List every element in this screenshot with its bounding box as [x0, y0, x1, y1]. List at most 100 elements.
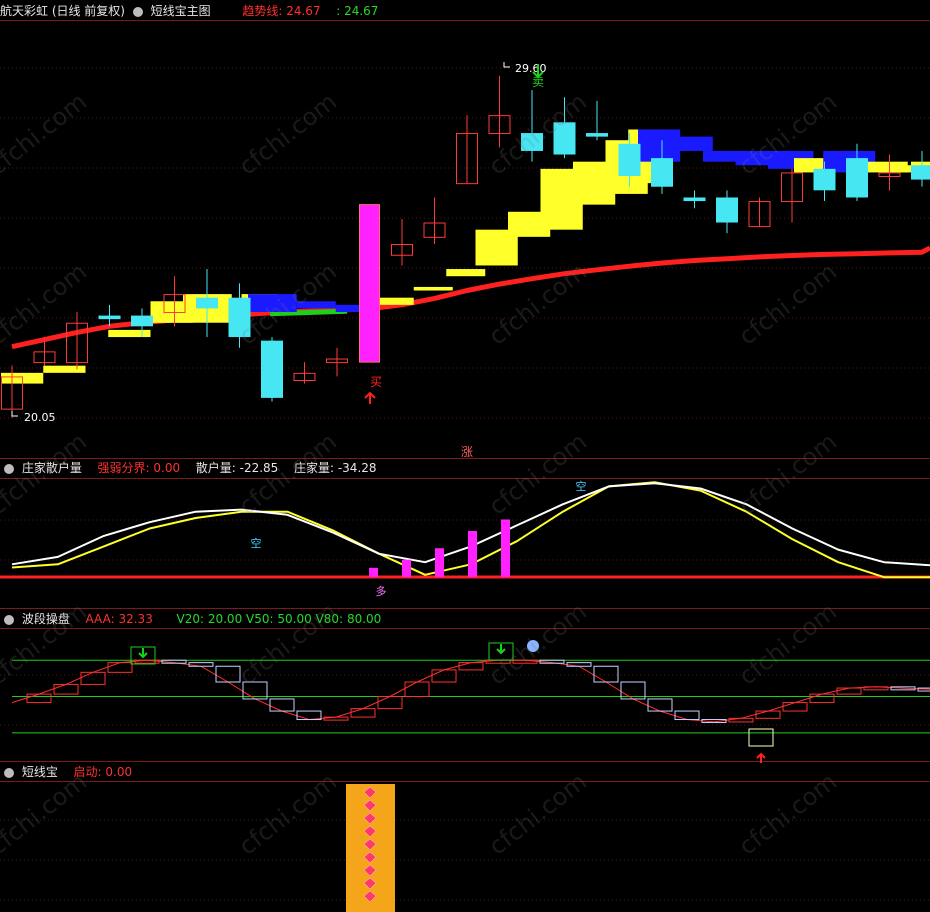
bottom-signal-box — [748, 728, 774, 747]
gear-icon[interactable] — [132, 6, 143, 17]
wave-box — [674, 710, 700, 721]
candle-body — [521, 133, 543, 151]
chart-canvas: 29.6020.05卖买涨多空空 — [0, 20, 930, 912]
candle-body — [359, 204, 380, 363]
wave-box — [350, 708, 376, 718]
candle-body — [553, 122, 576, 155]
candle-body — [716, 197, 738, 223]
v20-value: 20.00 — [207, 612, 243, 626]
wave-box — [188, 662, 214, 667]
channel-band — [296, 301, 336, 309]
channel-band — [446, 269, 486, 277]
volume-bar — [468, 531, 477, 577]
wave-box — [485, 659, 511, 664]
dealer-label: 庄家量: — [293, 461, 335, 475]
candle-body — [813, 168, 836, 191]
wave-box — [809, 693, 835, 704]
panel2-title[interactable]: 庄家散户量 — [22, 461, 82, 475]
candle-body — [261, 340, 283, 398]
buy-signal: 买 — [370, 375, 382, 389]
candle-body — [228, 297, 251, 338]
wave-box — [107, 662, 133, 673]
candle-body — [846, 158, 868, 198]
v80-value: 80.00 — [346, 612, 382, 626]
channel-band — [670, 136, 713, 151]
candle-body — [911, 165, 930, 180]
rise-signal: 涨 — [461, 444, 473, 459]
wave-box — [404, 681, 430, 698]
wave-box — [566, 662, 592, 667]
panel4-title[interactable]: 短线宝 — [22, 765, 58, 779]
indicator-name[interactable]: 短线宝主图 — [151, 4, 211, 18]
retail-value: -22.85 — [239, 461, 279, 475]
channel-band — [43, 365, 86, 373]
candle-body — [98, 315, 121, 320]
gear-icon[interactable] — [4, 463, 14, 474]
candle-body — [683, 197, 706, 202]
stock-title: 航天彩虹 (日线 前复权) — [0, 4, 125, 18]
v80-label: V80: — [315, 612, 344, 626]
wave-box — [755, 710, 781, 719]
candle-body — [586, 133, 608, 137]
aaa-value: 32.33 — [118, 612, 153, 626]
panel1-header: 航天彩虹 (日线 前复权) 短线宝主图 趋势线: 24.67 : 24.67 — [0, 2, 378, 20]
retail-label: 散户量: — [195, 461, 236, 475]
volume-bar — [402, 559, 411, 577]
wave-box — [647, 698, 673, 712]
volume-bar — [435, 548, 444, 577]
channel-band — [413, 286, 453, 291]
panel4-header: 短线宝 启动: 0.00 — [0, 763, 132, 781]
trend-value: 24.67 — [286, 4, 321, 18]
v50-value: 50.00 — [277, 612, 312, 626]
short-signal: 空 — [576, 479, 587, 493]
low-price-label: 20.05 — [24, 411, 56, 424]
wave-box — [728, 717, 754, 723]
short-signal: 空 — [251, 536, 262, 550]
volume-bar — [369, 567, 378, 577]
dealer-value: -34.28 — [337, 461, 377, 475]
down-arrow-icon — [496, 644, 506, 655]
wave-box — [836, 687, 862, 695]
strength-value: 0.00 — [153, 461, 181, 475]
channel-band — [108, 329, 151, 338]
start-label: 启动: — [73, 765, 102, 779]
gear-icon[interactable] — [4, 767, 14, 778]
low-marker — [11, 411, 18, 417]
wave-box — [593, 665, 619, 683]
down-arrow-icon — [138, 648, 148, 659]
candle-body — [196, 297, 218, 309]
trend-label: 趋势线: — [242, 4, 283, 18]
start-value: 0.00 — [105, 765, 133, 779]
wave-box — [53, 683, 79, 695]
trend-value-2: : 24.67 — [336, 4, 379, 18]
wave-box — [26, 693, 52, 704]
volume-bar — [501, 519, 510, 577]
panel2-header: 庄家散户量 强弱分界: 0.00 散户量: -22.85 庄家量: -34.28 — [0, 459, 377, 477]
candle-body — [651, 158, 673, 187]
panel3-title[interactable]: 波段操盘 — [22, 612, 70, 626]
channel-band — [374, 297, 414, 305]
gear-icon[interactable] — [4, 614, 14, 625]
wave-box — [269, 698, 295, 712]
v20-label: V20: — [176, 612, 205, 626]
panel3-header: 波段操盘 AAA: 32.33 V20: 20.00 V50: 50.00 V8… — [0, 610, 381, 628]
wave-box — [377, 696, 403, 710]
wave-box — [80, 671, 106, 685]
wave-box — [782, 702, 808, 712]
high-marker — [503, 62, 510, 68]
wave-box — [431, 669, 457, 683]
v50-label: V50: — [246, 612, 274, 626]
candle-body — [131, 315, 153, 327]
candle-body — [618, 143, 641, 176]
strength-label: 强弱分界: — [97, 461, 150, 475]
wave-box — [323, 716, 349, 721]
wave-box — [458, 662, 484, 671]
wave-box — [863, 686, 889, 691]
buy-arrow — [364, 391, 376, 404]
channel-band — [248, 294, 297, 312]
face-icon — [527, 640, 539, 652]
aaa-label: AAA: — [85, 612, 115, 626]
wave-box — [512, 659, 538, 664]
long-signal: 多 — [376, 584, 387, 598]
wave-box — [215, 665, 241, 683]
